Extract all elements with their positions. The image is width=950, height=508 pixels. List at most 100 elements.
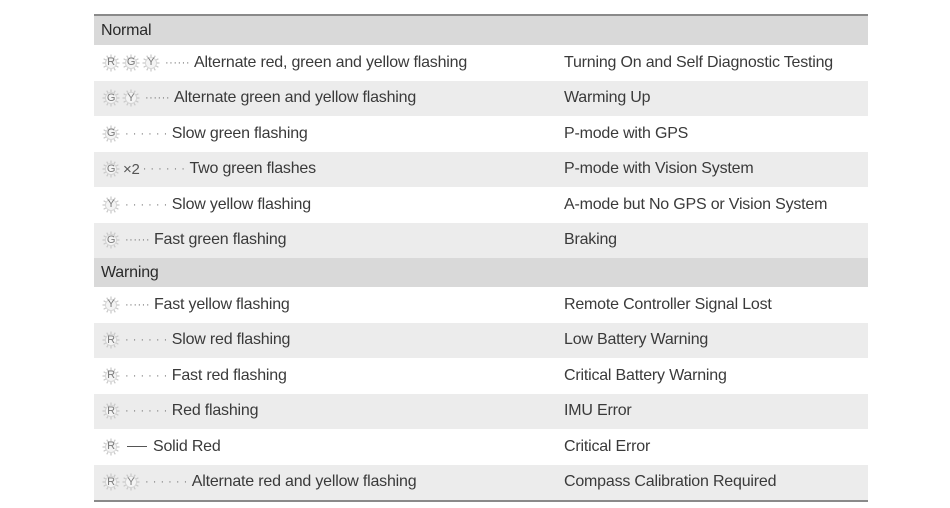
section-label: Warning bbox=[101, 263, 159, 281]
led-yellow-icon: Y bbox=[122, 89, 140, 107]
indicator-cell: Y ······ Fast yellow flashing bbox=[94, 296, 564, 314]
led-group: G bbox=[102, 231, 122, 249]
indicator-cell: R Solid Red bbox=[94, 438, 564, 456]
led-group: R bbox=[102, 367, 122, 385]
light-pattern-description: Fast yellow flashing bbox=[153, 295, 290, 313]
dotted-pattern-icon: · · · · · · bbox=[125, 334, 168, 347]
dotted-pattern-icon: ······ bbox=[165, 56, 190, 69]
table-row: G · · · · · · Slow green flashing P-mode wi… bbox=[94, 116, 868, 152]
light-pattern-description: Fast green flashing bbox=[153, 231, 287, 249]
led-red-icon: R bbox=[102, 402, 120, 420]
led-red-icon: R bbox=[102, 473, 120, 491]
status-meaning: P-mode with Vision System bbox=[564, 160, 754, 178]
dotted-pattern-icon: ······ bbox=[125, 298, 150, 311]
dotted-pattern-icon: · · · · · · bbox=[125, 369, 168, 382]
led-yellow-icon: Y bbox=[122, 473, 140, 491]
led-red-icon: R bbox=[102, 331, 120, 349]
indicator-cell: R · · · · · · Fast red flashing bbox=[94, 367, 564, 385]
led-green-icon: G bbox=[122, 54, 140, 72]
section-label: Normal bbox=[101, 21, 152, 39]
dotted-pattern-icon: · · · · · · bbox=[125, 127, 168, 140]
led-group: RY bbox=[102, 473, 142, 491]
led-green-icon: G bbox=[102, 89, 120, 107]
status-meaning: Braking bbox=[564, 231, 617, 249]
dotted-pattern-icon: · · · · · · bbox=[145, 476, 188, 489]
light-pattern-description: Slow yellow flashing bbox=[171, 195, 311, 213]
led-group: RGY bbox=[102, 54, 162, 72]
status-meaning: Turning On and Self Diagnostic Testing bbox=[564, 53, 834, 71]
led-letter: G bbox=[106, 127, 116, 140]
light-pattern-description: Two green flashes bbox=[189, 160, 316, 178]
indicator-cell: G ······ Fast green flashing bbox=[94, 231, 564, 249]
status-meaning: Compass Calibration Required bbox=[564, 473, 777, 491]
led-letter: R bbox=[107, 56, 115, 69]
led-group: R bbox=[102, 438, 122, 456]
led-yellow-icon: Y bbox=[102, 196, 120, 214]
light-pattern-description: Slow green flashing bbox=[171, 124, 308, 142]
aircraft-status-indicator-table: Normal R G Y ······ Alternate red, green and … bbox=[94, 14, 868, 502]
indicator-cell: R · · · · · · Slow red flashing bbox=[94, 331, 564, 349]
light-pattern-description: Slow red flashing bbox=[171, 331, 291, 349]
indicator-cell: G ×2 · · · · · · Two green flashes bbox=[94, 160, 564, 178]
led-green-icon: G bbox=[102, 160, 120, 178]
led-group: Y bbox=[102, 196, 122, 214]
light-pattern-description: Alternate green and yellow flashing bbox=[173, 89, 417, 107]
led-letter: G bbox=[126, 56, 136, 69]
status-meaning: A-mode but No GPS or Vision System bbox=[564, 195, 828, 213]
dotted-pattern-icon: ······ bbox=[125, 234, 150, 247]
table-row: R · · · · · · Slow red flashing Low Battery… bbox=[94, 322, 868, 358]
led-yellow-icon: Y bbox=[102, 296, 120, 314]
status-meaning: Remote Controller Signal Lost bbox=[564, 295, 772, 313]
led-red-icon: R bbox=[102, 438, 120, 456]
led-letter: R bbox=[107, 440, 115, 453]
led-group: R bbox=[102, 331, 122, 349]
dotted-pattern-icon: · · · · · · bbox=[125, 405, 168, 418]
led-letter: Y bbox=[127, 475, 135, 488]
status-meaning: Critical Error bbox=[564, 437, 651, 455]
table-row: R G Y ······ Alternate red, green and yellow… bbox=[94, 45, 868, 81]
table-row: G ×2 · · · · · · Two green flashes P-mode wi… bbox=[94, 151, 868, 187]
light-pattern-description: Fast red flashing bbox=[171, 366, 287, 384]
indicator-cell: R Y · · · · · · Alternate red and yellow fl… bbox=[94, 473, 564, 491]
dotted-pattern-icon: ······ bbox=[145, 92, 170, 105]
led-letter: Y bbox=[107, 198, 115, 211]
led-red-icon: R bbox=[102, 54, 120, 72]
light-pattern-description: Solid Red bbox=[153, 437, 221, 455]
led-group: G bbox=[102, 160, 122, 178]
flash-count: ×2 bbox=[123, 160, 140, 178]
led-letter: Y bbox=[107, 298, 115, 311]
table-row: Y · · · · · · Slow yellow flashing A-mode b… bbox=[94, 187, 868, 223]
led-letter: R bbox=[107, 404, 115, 417]
indicator-cell: G Y ······ Alternate green and yellow flash… bbox=[94, 89, 564, 107]
led-group: GY bbox=[102, 89, 142, 107]
led-letter: R bbox=[107, 369, 115, 382]
led-letter: G bbox=[106, 162, 116, 175]
light-pattern-description: Alternate red, green and yellow flashing bbox=[193, 53, 468, 71]
led-letter: Y bbox=[147, 56, 155, 69]
led-letter: G bbox=[106, 233, 116, 246]
dotted-pattern-icon: · · · · · · bbox=[142, 163, 186, 176]
led-letter: G bbox=[106, 91, 116, 104]
status-meaning: IMU Error bbox=[564, 402, 632, 420]
led-yellow-icon: Y bbox=[142, 54, 160, 72]
indicator-cell: R · · · · · · Red flashing bbox=[94, 402, 564, 420]
led-group: R bbox=[102, 402, 122, 420]
table-row: G ······ Fast green flashing Braking bbox=[94, 222, 868, 258]
indicator-cell: Y · · · · · · Slow yellow flashing bbox=[94, 196, 564, 214]
solid-line-icon bbox=[127, 446, 147, 448]
status-meaning: P-mode with GPS bbox=[564, 124, 689, 142]
table-row: R · · · · · · Fast red flashing Critical Ba… bbox=[94, 358, 868, 394]
led-letter: R bbox=[107, 475, 115, 488]
table-row: R Solid Red Critical Error bbox=[94, 429, 868, 465]
indicator-cell: R G Y ······ Alternate red, green and yellow… bbox=[94, 54, 564, 72]
section-header-normal: Normal bbox=[94, 16, 868, 45]
status-meaning: Warming Up bbox=[564, 89, 651, 107]
led-letter: R bbox=[107, 333, 115, 346]
led-green-icon: G bbox=[102, 125, 120, 143]
led-group: G bbox=[102, 125, 122, 143]
led-green-icon: G bbox=[102, 231, 120, 249]
table-row: Y ······ Fast yellow flashing Remote Contro… bbox=[94, 287, 868, 323]
led-red-icon: R bbox=[102, 367, 120, 385]
table-row: R · · · · · · Red flashing IMU Error bbox=[94, 393, 868, 429]
table-row: R Y · · · · · · Alternate red and yellow fl… bbox=[94, 464, 868, 500]
